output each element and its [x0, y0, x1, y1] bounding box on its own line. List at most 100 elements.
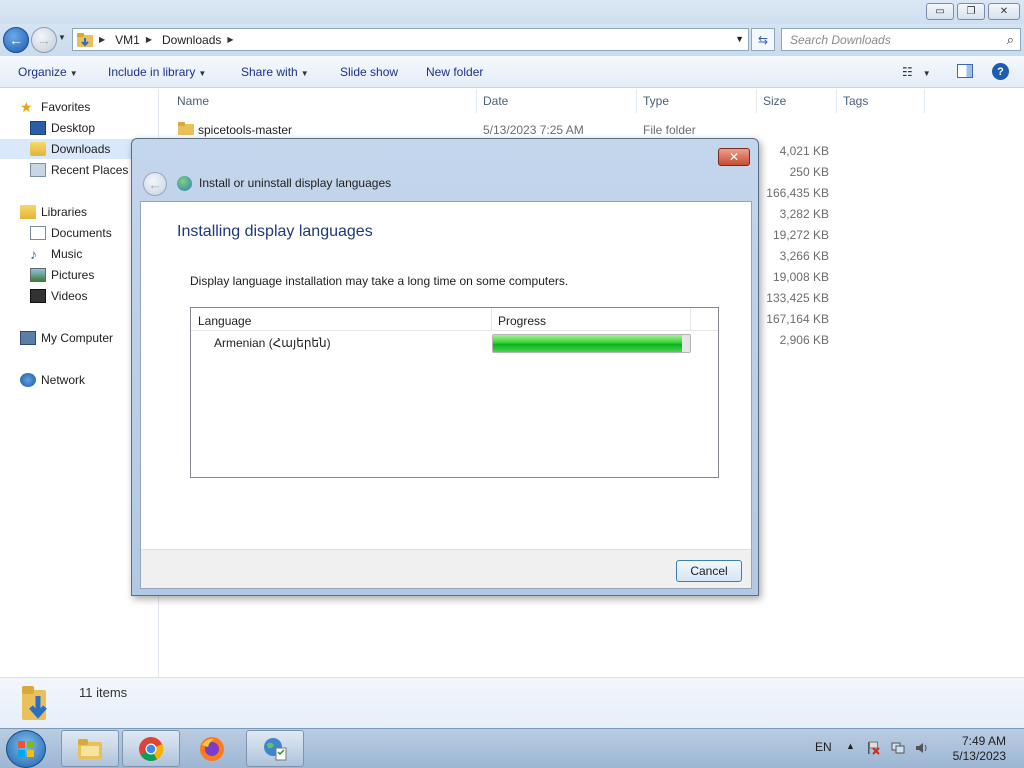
dialog-content: Installing display languages Display lan…: [140, 201, 752, 589]
chevron-down-icon: ▼: [69, 69, 78, 78]
nav-label: Music: [51, 247, 83, 261]
address-row: ← → ▼ ▶ VM1 ▶ Downloads ▶ ▼ ⇆ Search Dow…: [0, 24, 1024, 56]
progress-fill: [493, 335, 683, 352]
star-icon: ★: [20, 99, 33, 115]
column-header-date[interactable]: Date: [483, 94, 508, 108]
nav-label: Recent Places: [51, 163, 129, 177]
nav-label: Libraries: [41, 205, 88, 219]
column-header-type[interactable]: Type: [643, 94, 669, 108]
column-divider[interactable]: [924, 89, 925, 113]
file-type: File folder: [643, 123, 696, 137]
taskbar-chrome[interactable]: [122, 730, 180, 767]
new-folder-button[interactable]: New folder: [426, 65, 483, 79]
column-divider[interactable]: [836, 89, 837, 113]
nav-label: Network: [41, 373, 86, 387]
chevron-down-icon: ▼: [300, 69, 309, 78]
change-view-button[interactable]: ☷ ▼: [902, 65, 931, 79]
breadcrumb-downloads[interactable]: Downloads: [162, 33, 221, 47]
nav-label: Favorites: [41, 100, 91, 114]
column-divider[interactable]: [491, 308, 492, 331]
nav-label: Videos: [51, 289, 88, 303]
column-divider[interactable]: [476, 89, 477, 113]
search-icon[interactable]: ⌕: [1007, 32, 1014, 48]
nav-desktop[interactable]: Desktop: [0, 118, 158, 138]
share-with-button[interactable]: Share with ▼: [241, 65, 309, 79]
file-size: 133,425 KB: [766, 291, 829, 305]
desktop-icon: [30, 121, 46, 135]
folder-icon: [178, 122, 194, 135]
maximize-button[interactable]: ❐: [957, 3, 985, 20]
file-size: 250 KB: [789, 165, 829, 179]
breadcrumb-vm1[interactable]: VM1: [115, 33, 140, 47]
videos-icon: [30, 289, 46, 303]
chrome-icon: [139, 736, 164, 761]
file-size: 4,021 KB: [779, 144, 829, 158]
libraries-icon: [20, 205, 36, 219]
volume-icon[interactable]: [915, 741, 929, 755]
help-button[interactable]: ?: [992, 63, 1009, 80]
install-progress-bar: [492, 334, 691, 353]
language-globe-icon: [264, 737, 287, 760]
address-dropdown-icon[interactable]: ▼: [735, 34, 744, 44]
minimize-button[interactable]: ▭: [926, 3, 954, 20]
nav-favorites[interactable]: ★ Favorites: [0, 97, 158, 117]
forward-button[interactable]: →: [31, 27, 57, 53]
computer-icon: [20, 331, 36, 345]
chevron-down-icon: ▼: [198, 69, 207, 78]
system-clock[interactable]: 7:49 AM 5/13/2023: [940, 734, 1006, 764]
action-center-flag-icon[interactable]: [866, 741, 880, 755]
close-window-button[interactable]: ✕: [988, 3, 1020, 20]
recent-places-icon: [30, 163, 46, 177]
clock-time: 7:49 AM: [961, 734, 1006, 748]
downloads-folder-icon: [22, 686, 47, 720]
nav-label: Documents: [51, 226, 112, 240]
view-list-icon: ☷: [902, 65, 913, 79]
include-in-library-button[interactable]: Include in library ▼: [108, 65, 206, 79]
taskbar-firefox[interactable]: [183, 730, 241, 767]
dialog-close-button[interactable]: ✕: [718, 148, 750, 166]
dialog-back-button[interactable]: ←: [143, 172, 167, 196]
search-input[interactable]: Search Downloads ⌕: [781, 28, 1021, 51]
column-header-name[interactable]: Name: [177, 94, 209, 108]
command-bar: Organize ▼ Include in library ▼ Share with…: [0, 56, 1024, 88]
music-note-icon: ♪: [30, 246, 37, 262]
dialog-description: Display language installation may take a…: [190, 274, 569, 288]
organize-button[interactable]: Organize ▼: [18, 65, 78, 79]
column-header-language[interactable]: Language: [198, 314, 251, 328]
back-arrow-icon: ←: [148, 176, 162, 192]
explorer-folder-icon: [78, 738, 102, 759]
nav-label: My Computer: [41, 331, 114, 345]
address-bar[interactable]: ▶ VM1 ▶ Downloads ▶ ▼: [72, 28, 749, 51]
show-hidden-icons-button[interactable]: ▲: [846, 741, 855, 751]
network-icon: [20, 373, 36, 387]
details-pane: 11 items: [0, 677, 1024, 728]
windows-logo-icon: [18, 741, 34, 757]
nav-label: Desktop: [51, 121, 96, 135]
taskbar: EN ▲ 7:49 AM 5/13/2023: [0, 728, 1024, 768]
back-button[interactable]: ←: [3, 27, 29, 53]
firefox-icon: [200, 736, 224, 761]
column-header-size[interactable]: Size: [763, 94, 786, 108]
preview-pane-button[interactable]: [957, 64, 973, 78]
dialog-title: Install or uninstall display languages: [199, 176, 392, 190]
refresh-button[interactable]: ⇆: [751, 28, 775, 51]
nav-label: Downloads: [51, 142, 111, 156]
slide-show-button[interactable]: Slide show: [340, 65, 398, 79]
taskbar-language-installer[interactable]: [246, 730, 304, 767]
column-header-progress[interactable]: Progress: [498, 314, 546, 328]
start-button[interactable]: [6, 730, 46, 768]
file-size: 167,164 KB: [766, 312, 829, 326]
network-status-icon[interactable]: [891, 741, 905, 755]
column-divider[interactable]: [756, 89, 757, 113]
share-label: Share with: [241, 65, 298, 79]
input-language-indicator[interactable]: EN: [815, 740, 832, 754]
language-name: Armenian (Հայերեն): [214, 336, 331, 350]
recent-pages-dropdown[interactable]: ▼: [58, 33, 68, 45]
column-header-tags[interactable]: Tags: [843, 94, 868, 108]
taskbar-explorer[interactable]: [61, 730, 119, 767]
cancel-button[interactable]: Cancel: [676, 560, 742, 582]
column-divider[interactable]: [636, 89, 637, 113]
column-divider[interactable]: [690, 308, 691, 331]
chevron-right-icon: ▶: [227, 35, 234, 44]
back-arrow-icon: ←: [9, 32, 23, 48]
